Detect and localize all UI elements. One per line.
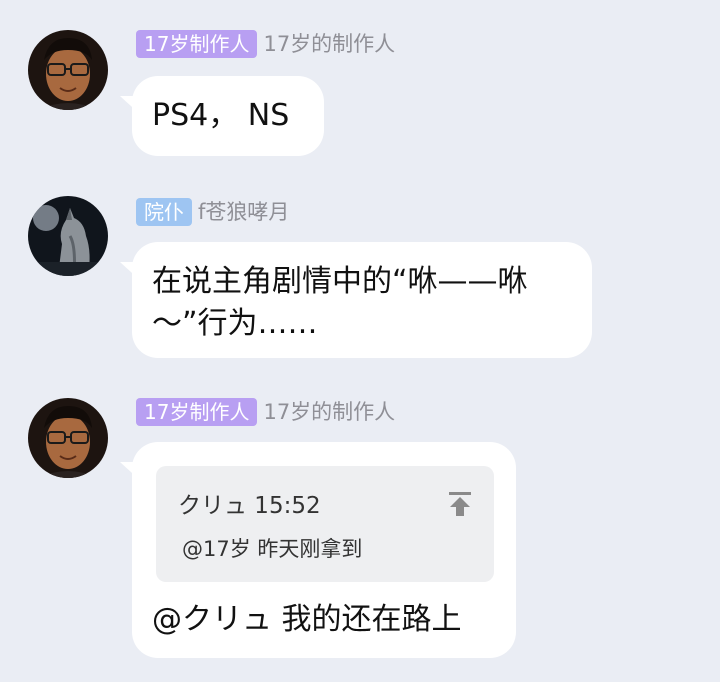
member-title-tag: 17岁制作人: [136, 30, 258, 58]
message-bubble[interactable]: PS4， NS: [132, 76, 324, 156]
sender-nickname[interactable]: f苍狼哮月: [198, 198, 289, 226]
message-header: 17岁制作人 17岁的制作人: [136, 30, 395, 58]
sender-nickname[interactable]: 17岁的制作人: [263, 398, 395, 426]
avatar[interactable]: [28, 398, 108, 478]
message-text: @クリュ 我的还在路上: [152, 602, 462, 637]
message-header: 17岁制作人 17岁的制作人: [136, 398, 395, 426]
message-text: 在说主角剧情中的“咻——咻: [152, 264, 528, 299]
message-bubble[interactable]: クリュ 15:52 @17岁 昨天刚拿到 @クリュ 我的还在路上: [132, 442, 516, 658]
sender-nickname[interactable]: 17岁的制作人: [263, 30, 395, 58]
jump-to-original-icon[interactable]: [446, 490, 474, 518]
message-text: ～”行为……: [152, 306, 318, 341]
avatar[interactable]: [28, 196, 108, 276]
message-bubble[interactable]: 在说主角剧情中的“咻——咻 ～”行为……: [132, 242, 592, 358]
avatar[interactable]: [28, 30, 108, 110]
quote-text: @17岁 昨天刚拿到: [182, 537, 363, 561]
message-text: PS4， NS: [152, 98, 290, 133]
reply-quote[interactable]: クリュ 15:52 @17岁 昨天刚拿到: [156, 466, 494, 582]
member-title-tag: 院仆: [136, 198, 192, 226]
member-title-tag: 17岁制作人: [136, 398, 258, 426]
quote-author-time: クリュ 15:52: [178, 493, 321, 519]
message-header: 院仆 f苍狼哮月: [136, 198, 289, 226]
